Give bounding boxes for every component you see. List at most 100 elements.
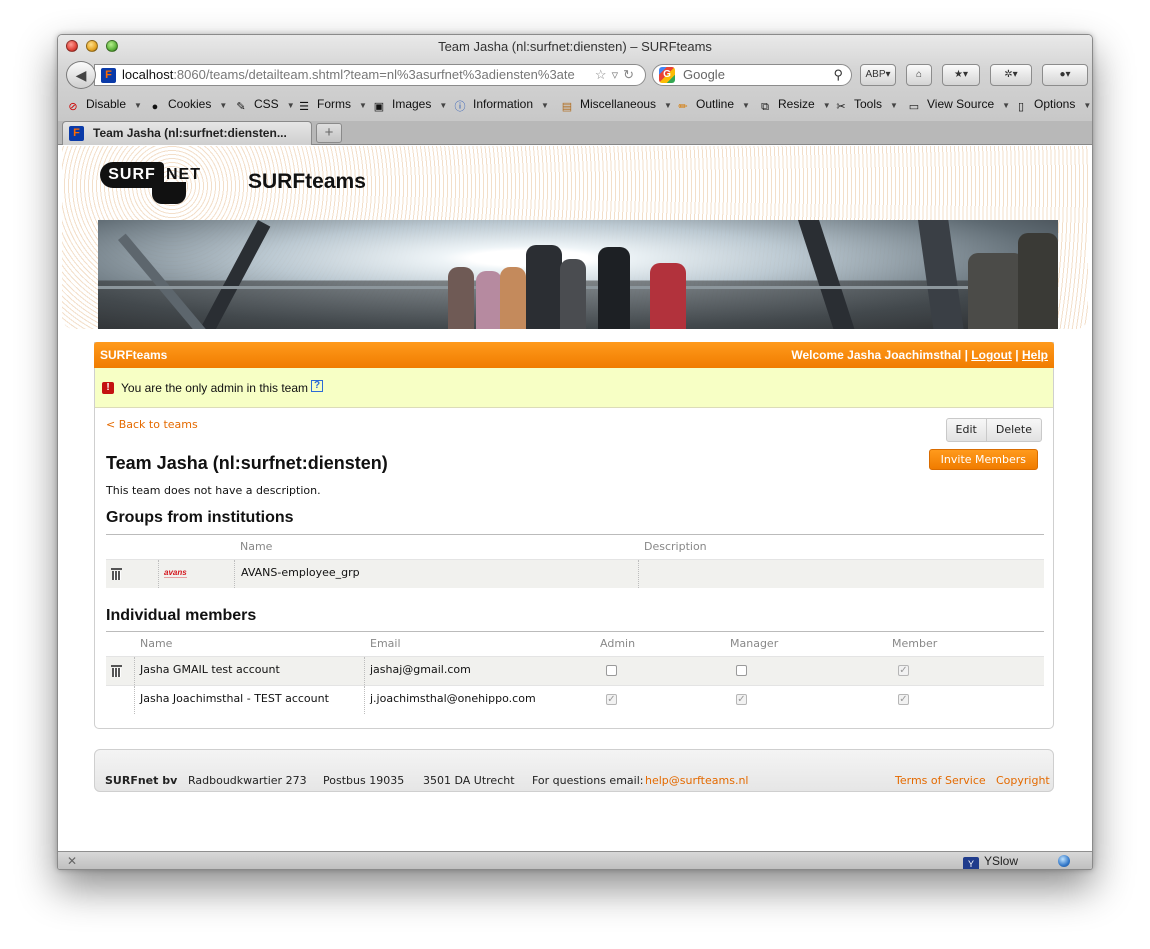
user-nav: Welcome Jasha Joachimsthal | Logout | He… — [791, 348, 1048, 362]
address-bar[interactable]: F localhost:8060/teams/detailteam.shtml?… — [94, 64, 646, 86]
images-icon: ▣ — [373, 101, 385, 113]
tab-team-jasha[interactable]: F Team Jasha (nl:surfnet:diensten... — [62, 121, 312, 145]
logout-link[interactable]: Logout — [971, 348, 1012, 362]
bm-forms[interactable]: ☰ Forms ▼ — [297, 97, 367, 114]
group-description — [638, 560, 1044, 588]
browser-window: Team Jasha (nl:surfnet:diensten) – SURFt… — [57, 34, 1093, 870]
bookmarks-menu-icon[interactable]: ★▾ — [942, 64, 980, 86]
team-description: This team does not have a description. — [106, 484, 321, 497]
terms-link[interactable]: Terms of Service — [895, 774, 986, 787]
information-icon: ⓘ — [454, 101, 466, 113]
help-link[interactable]: Help — [1022, 348, 1048, 362]
delete-button[interactable]: Delete — [985, 419, 1041, 441]
table-row: Jasha Joachimsthal - TEST account j.joac… — [106, 685, 1044, 714]
home-icon[interactable]: ⌂ — [906, 64, 932, 86]
firebug-icon[interactable]: ✲▾ — [990, 64, 1032, 86]
site-favicon-icon: F — [101, 68, 116, 83]
surfnet-logo[interactable]: SURF NET — [100, 162, 210, 208]
globe-icon[interactable] — [1058, 855, 1070, 867]
search-bar[interactable]: G Google ⚲ — [652, 64, 852, 86]
bm-information[interactable]: ⓘ Information ▼ — [453, 97, 549, 114]
outline-icon: ✏ — [678, 101, 688, 113]
manager-checkbox[interactable]: ✓ — [736, 694, 747, 705]
copyright-link[interactable]: Copyright — [996, 774, 1050, 787]
back-button[interactable]: ◀ — [66, 61, 96, 89]
tools-icon: ✂ — [836, 101, 846, 113]
member-email: jashaj@gmail.com — [364, 657, 471, 685]
groups-table: Name Description avans AVANS-employee_gr… — [106, 534, 1044, 588]
site-footer: SURFnet bv Radboudkwartier 273 Postbus 1… — [94, 749, 1054, 792]
bm-miscellaneous[interactable]: ▤ Miscellaneous ▼ — [560, 97, 672, 114]
avans-logo: avans — [164, 568, 187, 578]
search-input[interactable]: Google — [683, 65, 725, 85]
bm-cookies[interactable]: ● Cookies ▼ — [148, 97, 228, 114]
addon-status-icon[interactable]: ●▾ — [1042, 64, 1088, 86]
browser-chrome: Team Jasha (nl:surfnet:diensten) – SURFt… — [58, 35, 1092, 130]
window-title: Team Jasha (nl:surfnet:diensten) – SURFt… — [438, 39, 712, 54]
bm-disable[interactable]: ⊘ Disable ▼ — [66, 97, 142, 114]
manager-checkbox[interactable] — [736, 665, 747, 676]
members-heading: Individual members — [106, 607, 257, 624]
bm-outline[interactable]: ✏ Outline ▼ — [676, 97, 750, 114]
status-bar: ✕ Y YSlow — [58, 851, 1092, 869]
admin-checkbox[interactable]: ✓ — [606, 694, 617, 705]
yslow-button[interactable]: Y YSlow — [962, 854, 1018, 869]
footer-email-link[interactable]: help@surfteams.nl — [645, 774, 748, 787]
css-icon: ✎ — [236, 101, 246, 113]
footer-city: 3501 DA Utrecht — [423, 774, 515, 787]
team-actions: Edit Delete — [945, 418, 1042, 442]
bookmark-star-icon[interactable]: ☆▿↻ — [595, 65, 639, 85]
disable-icon: ⊘ — [68, 101, 78, 113]
delete-member-icon[interactable] — [111, 665, 122, 677]
search-icon[interactable]: ⚲ — [833, 65, 843, 85]
col-member: Member — [892, 637, 938, 650]
panel-app-name: SURFteams — [100, 348, 168, 362]
member-checkbox[interactable]: ✓ — [898, 665, 909, 676]
groups-heading: Groups from institutions — [106, 509, 294, 526]
bm-css[interactable]: ✎ CSS ▼ — [234, 97, 294, 114]
back-to-teams-link[interactable]: < Back to teams — [106, 418, 198, 431]
page-content: SURF NET SURFteams SURFteams Welcome Jas… — [58, 146, 1092, 851]
adblock-button[interactable]: ABP▾ — [860, 64, 896, 86]
bm-options[interactable]: ▯ Options ▼ — [1014, 97, 1091, 114]
invite-members-button[interactable]: Invite Members — [928, 449, 1038, 470]
miscellaneous-icon: ▤ — [561, 101, 573, 113]
edit-button[interactable]: Edit — [947, 419, 986, 441]
site-title: SURFteams — [248, 170, 366, 193]
col-manager: Manager — [730, 637, 779, 650]
col-name: Name — [240, 540, 273, 553]
groups-table-header: Name Description — [106, 535, 1044, 559]
members-table: Name Email Admin Manager Member Jasha GM… — [106, 631, 1044, 714]
error-icon: ! — [102, 382, 114, 394]
tab-label: Team Jasha (nl:surfnet:diensten... — [93, 126, 287, 140]
resize-icon: ⧉ — [761, 101, 769, 113]
view-source-icon: ▭ — [908, 101, 920, 113]
alert-text: You are the only admin in this team — [121, 381, 309, 395]
header-banner-image — [98, 220, 1058, 329]
footer-company: SURFnet bv — [105, 774, 178, 787]
forms-icon: ☰ — [299, 101, 309, 113]
panel-header-bar: SURFteams Welcome Jasha Joachimsthal | L… — [94, 342, 1054, 368]
bm-tools[interactable]: ✂ Tools ▼ — [834, 97, 898, 114]
member-email: j.joachimsthal@onehippo.com — [364, 686, 536, 714]
footer-street: Radboudkwartier 273 — [188, 774, 307, 787]
member-checkbox[interactable]: ✓ — [898, 694, 909, 705]
group-name: AVANS-employee_grp — [234, 560, 638, 588]
yslow-icon: Y — [962, 857, 979, 869]
options-icon: ▯ — [1017, 101, 1025, 113]
new-tab-button[interactable]: + — [316, 123, 342, 143]
admin-checkbox[interactable] — [606, 665, 617, 676]
col-email: Email — [370, 637, 401, 650]
page-title: Team Jasha (nl:surfnet:diensten) — [106, 453, 388, 473]
members-table-header: Name Email Admin Manager Member — [106, 632, 1044, 656]
tab-strip: F Team Jasha (nl:surfnet:diensten... + — [58, 121, 1092, 145]
footer-questions: For questions email: — [532, 774, 644, 787]
google-engine-icon[interactable]: G — [659, 67, 675, 83]
delete-group-icon[interactable] — [111, 568, 122, 580]
bm-images[interactable]: ▣ Images ▼ — [372, 97, 447, 114]
table-row: Jasha GMAIL test account jashaj@gmail.co… — [106, 656, 1044, 685]
help-icon[interactable]: ? — [311, 380, 323, 392]
bm-resize[interactable]: ⧉ Resize ▼ — [758, 97, 831, 114]
close-icon[interactable]: ✕ — [67, 854, 77, 868]
bm-view-source[interactable]: ▭ View Source ▼ — [907, 97, 1010, 114]
